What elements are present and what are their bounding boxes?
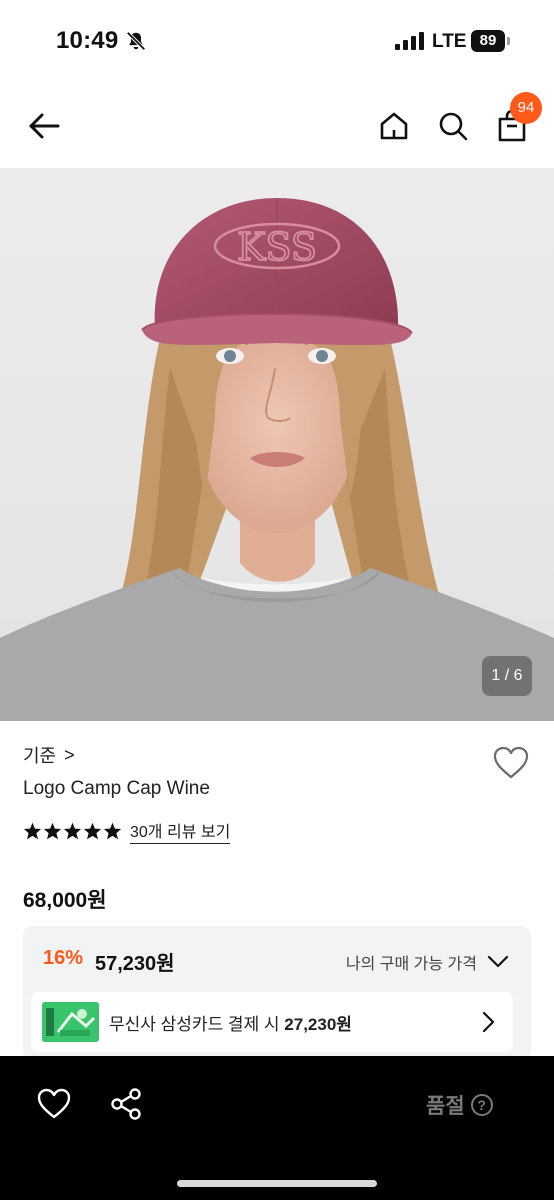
battery-level: 89 bbox=[471, 30, 505, 52]
product-photo: KSS bbox=[0, 168, 554, 721]
home-indicator bbox=[177, 1180, 377, 1187]
signal-icon bbox=[395, 32, 424, 50]
brand-link[interactable]: 기준 > bbox=[23, 742, 75, 768]
battery-icon: 89 bbox=[471, 30, 513, 52]
original-price: 68,000원 bbox=[23, 889, 107, 912]
chevron-right-icon: > bbox=[64, 744, 75, 765]
discount-rate: 16% bbox=[43, 947, 84, 969]
card-image bbox=[42, 1002, 99, 1042]
home-button[interactable] bbox=[372, 104, 416, 148]
search-button[interactable] bbox=[431, 104, 475, 148]
card-offer-amount: 27,230원 bbox=[284, 1015, 352, 1034]
card-offer-row[interactable]: 무신사 삼성카드 결제 시 27,230원 bbox=[31, 992, 513, 1052]
rating-stars bbox=[23, 822, 122, 840]
back-button[interactable] bbox=[22, 104, 66, 148]
card-promo-thumbnail bbox=[42, 1002, 99, 1042]
star-icon bbox=[43, 822, 62, 840]
soldout-label: 품절 bbox=[426, 1095, 465, 1118]
share-icon[interactable] bbox=[108, 1086, 144, 1122]
bell-off-icon bbox=[126, 31, 146, 51]
status-bar: 10:49 LTE 89 bbox=[0, 0, 554, 84]
home-icon bbox=[380, 112, 408, 140]
cart-count-badge: 94 bbox=[510, 92, 542, 124]
bottom-action-bar: 품절 ? bbox=[0, 1056, 554, 1200]
card-offer-prefix: 무신사 삼성카드 결제 시 bbox=[109, 1015, 285, 1034]
reviews-link[interactable]: 30개 리뷰 보기 bbox=[130, 818, 231, 844]
brand-name: 기준 bbox=[23, 746, 57, 766]
arrow-left-icon bbox=[29, 113, 60, 139]
discount-price-box: 16% 57,230원 나의 구매 가능 가격 무신사 삼성카드 결제 시 27… bbox=[23, 926, 531, 1061]
my-price-label: 나의 구매 가능 가격 bbox=[345, 956, 477, 973]
chevron-right-icon bbox=[482, 1011, 495, 1033]
my-price-toggle[interactable]: 나의 구매 가능 가격 bbox=[346, 950, 509, 974]
star-icon bbox=[63, 822, 82, 840]
status-time: 10:49 bbox=[56, 27, 119, 54]
search-icon bbox=[439, 112, 468, 141]
image-counter: 1 / 6 bbox=[482, 656, 532, 696]
star-icon bbox=[103, 822, 122, 840]
star-icon bbox=[23, 822, 42, 840]
discount-price: 57,230원 bbox=[95, 953, 175, 975]
svg-text:KSS: KSS bbox=[237, 225, 317, 269]
help-circle-icon[interactable]: ? bbox=[470, 1094, 493, 1116]
wishlist-heart-icon[interactable] bbox=[492, 744, 530, 782]
top-nav bbox=[0, 84, 554, 168]
star-icon bbox=[83, 822, 102, 840]
network-type: LTE bbox=[432, 31, 467, 52]
product-name: Logo Camp Cap Wine bbox=[23, 778, 210, 799]
like-heart-icon[interactable] bbox=[36, 1086, 72, 1122]
rating-row: 30개 리뷰 보기 bbox=[23, 818, 231, 844]
soldout-button[interactable]: 품절 ? bbox=[426, 1090, 493, 1120]
card-offer-text: 무신사 삼성카드 결제 시 27,230원 bbox=[109, 1010, 352, 1035]
product-image-gallery[interactable]: KSS 1 / 6 bbox=[0, 168, 554, 721]
battery-tip bbox=[507, 37, 510, 45]
chevron-down-icon bbox=[487, 955, 509, 968]
